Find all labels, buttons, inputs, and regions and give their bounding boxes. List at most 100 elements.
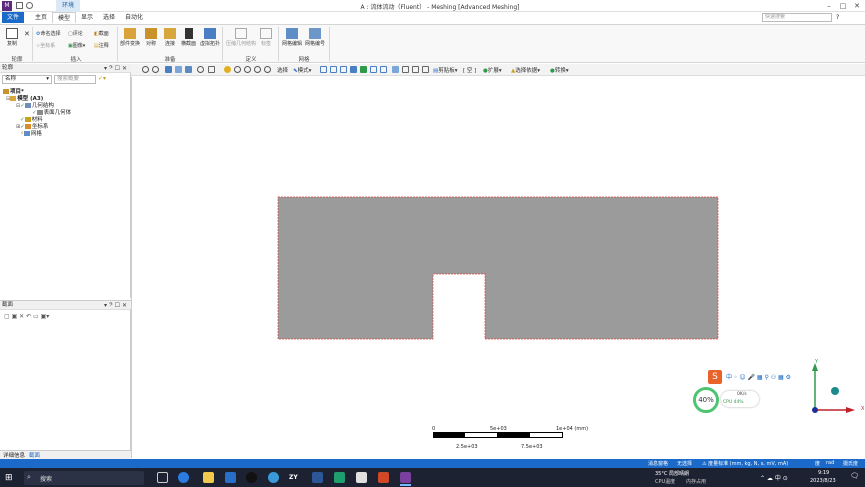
tab-model[interactable]: 模型 <box>52 12 77 23</box>
section-toolbar[interactable]: ▢ ▣ ✕ ↶ ▭ ▣▾ <box>4 313 49 320</box>
notes-icon[interactable] <box>356 472 367 483</box>
convert-dropdown[interactable]: ●转换▾ <box>550 66 569 74</box>
zoom-fit-icon[interactable] <box>244 66 251 73</box>
zoom-box-icon[interactable] <box>185 66 192 73</box>
named-selection-button[interactable]: ⚙命名选择 <box>36 30 61 37</box>
clipboard-dropdown[interactable]: ▤剪贴板▾ <box>433 66 457 74</box>
tab-display[interactable]: 显示 <box>76 12 98 23</box>
tab-selection[interactable]: 选择 <box>98 12 120 23</box>
mesh-numbering-button[interactable]: 网格编号 <box>305 28 325 47</box>
clock-time[interactable]: 9:19 <box>818 470 829 476</box>
clock-date[interactable]: 2023/8/23 <box>810 478 836 484</box>
image-button[interactable]: ▣图像▾ <box>68 42 85 49</box>
tab-file[interactable]: 文件 <box>2 12 25 23</box>
display-mesh-icon[interactable] <box>422 66 429 73</box>
task-view-icon[interactable] <box>157 472 168 483</box>
panel-controls[interactable]: ▾ 𝄢 ☐ ✕ <box>104 65 127 73</box>
meshing-app-icon[interactable] <box>400 472 411 483</box>
lasso-icon[interactable] <box>208 66 215 73</box>
cpu-usage: CPU 44% <box>723 400 744 405</box>
notification-icon[interactable]: 🗨 <box>850 472 859 480</box>
mail-icon[interactable] <box>225 472 236 483</box>
section-panel-controls[interactable]: ▾ 𝄢 ☐ ✕ <box>104 302 127 310</box>
undo-icon[interactable] <box>26 2 33 9</box>
tree-item-mesh[interactable]: ⚡ 网格 <box>20 129 42 137</box>
rotate-icon[interactable] <box>165 66 172 73</box>
angle-unit[interactable]: 度 <box>815 460 820 467</box>
select-edge-icon[interactable] <box>330 66 337 73</box>
axis-triad[interactable] <box>800 355 865 420</box>
outline-search-input[interactable]: 搜索概要 <box>54 75 96 84</box>
select-body-icon[interactable] <box>350 66 357 73</box>
display-wireframe-icon[interactable] <box>412 66 419 73</box>
browser-icon[interactable] <box>268 472 279 483</box>
virtual-topology-button[interactable]: 虚拟拓扑 <box>200 28 220 47</box>
save-icon[interactable] <box>16 2 23 9</box>
system-tray-icons[interactable]: ⌃ ☁ 中 ⊙ <box>760 473 788 482</box>
messages-pane-button[interactable]: 消息窗格 <box>648 460 668 467</box>
suppress-geometry-button[interactable]: 压缩几何结构 <box>226 28 256 47</box>
tab-automation[interactable]: 自动化 <box>120 12 148 23</box>
extend-dropdown[interactable]: ●扩展▾ <box>483 66 502 74</box>
fit-icon[interactable] <box>197 66 204 73</box>
display-edges-icon[interactable] <box>402 66 409 73</box>
empty-clipboard-button[interactable]: [ 空 ] <box>463 66 476 74</box>
ime-toolbar[interactable]: 中 ◦ ☺ 🎤 ▦ ⚲ ⚇ ▦ ⚙ <box>726 372 791 381</box>
quick-search-input[interactable]: 快速搜索 <box>762 13 832 22</box>
cpu-gauge[interactable]: 40% <box>693 387 719 413</box>
context-tab-environment[interactable]: 环境 <box>56 0 80 12</box>
ime-logo-icon[interactable]: S <box>708 370 722 384</box>
section-button[interactable]: ◧截面 <box>94 30 109 37</box>
unit-system[interactable]: ⚠ 度量标准 (mm, kg, N, s, mV, mA) <box>702 460 788 467</box>
mesh-edit-button[interactable]: 网格编辑 <box>282 28 302 47</box>
delete-icon[interactable]: ✕ <box>24 30 30 38</box>
select-vertex-icon[interactable] <box>320 66 327 73</box>
outline-filter-options-icon[interactable]: ✓▾ <box>98 75 106 82</box>
maximize-button[interactable]: □ <box>836 1 850 11</box>
select-element-face-icon[interactable] <box>370 66 377 73</box>
zy-app-icon[interactable]: ZY <box>289 474 298 481</box>
coordinate-system-button[interactable]: ⊹坐标系 <box>36 42 55 49</box>
word-icon[interactable] <box>312 472 323 483</box>
outline-filter-select[interactable]: 名称 ▾ <box>2 75 52 84</box>
close-button[interactable]: ✕ <box>850 1 864 11</box>
part-transform-label: 部件变换 <box>120 41 141 47</box>
label-button[interactable]: 标签 <box>260 28 272 47</box>
mode-dropdown[interactable]: ⬉模式▾ <box>293 66 311 74</box>
active-app-indicator <box>400 484 411 486</box>
file-explorer-icon[interactable] <box>203 472 214 483</box>
powerpoint-icon[interactable] <box>378 472 389 483</box>
weather-widget[interactable]: 35°C 局部晴朗 <box>655 470 689 477</box>
tab-home[interactable]: 主页 <box>30 12 52 23</box>
select-node-icon[interactable] <box>360 66 367 73</box>
annotation-button[interactable]: ▤注释 <box>94 42 109 49</box>
minimize-button[interactable]: – <box>822 1 836 11</box>
symmetry-button[interactable]: 对称 <box>145 28 157 47</box>
tab-details[interactable]: 详细信息 <box>3 451 25 459</box>
pan-icon[interactable] <box>175 66 182 73</box>
edge-browser-icon[interactable] <box>178 472 189 483</box>
cross-section-button[interactable]: 横截面 <box>181 28 196 47</box>
select-by-dropdown[interactable]: ▲选择依据▾ <box>511 66 540 74</box>
previous-view-icon[interactable] <box>254 66 261 73</box>
connection-button[interactable]: 连接 <box>164 28 176 47</box>
temperature-unit[interactable]: 摄氏度 <box>843 460 858 467</box>
zoom-in-icon[interactable] <box>142 66 149 73</box>
qq-icon[interactable] <box>246 472 257 483</box>
magnifier-icon[interactable] <box>234 66 241 73</box>
select-face-icon[interactable] <box>340 66 347 73</box>
next-view-icon[interactable] <box>264 66 271 73</box>
part-transform-button[interactable]: 部件变换 <box>120 28 140 47</box>
workbench-icon[interactable] <box>334 472 345 483</box>
select-element-icon[interactable] <box>380 66 387 73</box>
comment-button[interactable]: ▢评论 <box>68 30 83 37</box>
help-icon[interactable]: ? <box>836 14 839 21</box>
look-at-icon[interactable] <box>224 66 231 73</box>
select-dropdown[interactable]: 选择 <box>277 66 288 74</box>
connection-label: 连接 <box>164 41 175 47</box>
duplicate-button[interactable]: 复制 <box>6 28 18 47</box>
zoom-out-icon[interactable] <box>152 66 159 73</box>
start-icon[interactable]: ⊞ <box>5 473 13 483</box>
box-select-icon[interactable] <box>392 66 399 73</box>
rotation-unit[interactable]: rad <box>826 460 834 466</box>
